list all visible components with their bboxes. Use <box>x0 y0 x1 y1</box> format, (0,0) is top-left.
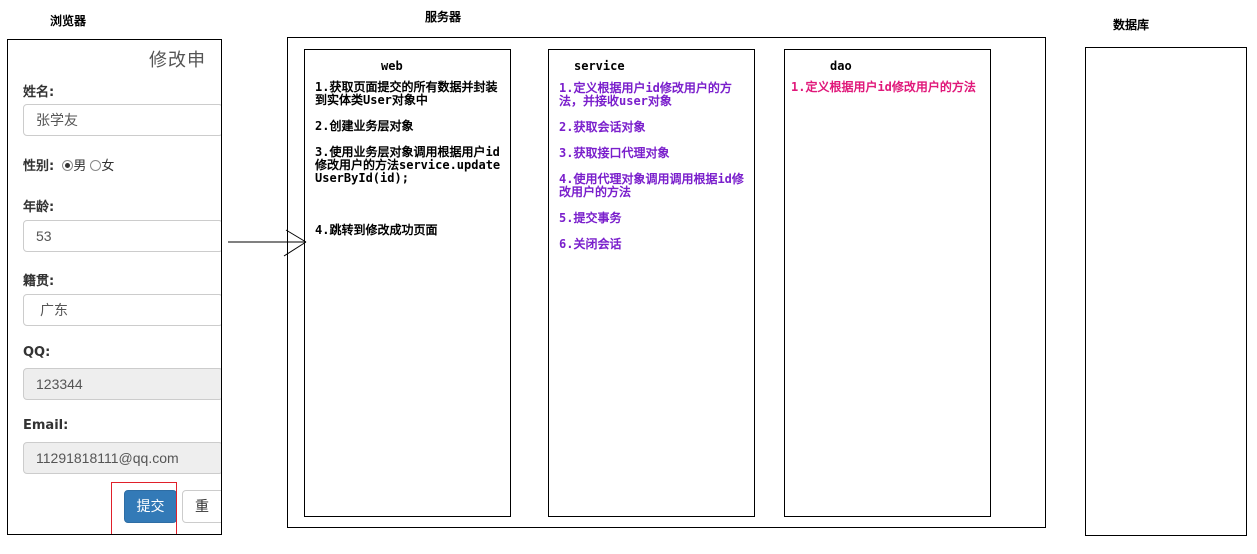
web-step-2: 2.创建业务层对象 <box>315 119 414 133</box>
web-step-3: 3.使用业务层对象调用根据用户id修改用户的方法service.updateUs… <box>315 145 501 185</box>
age-input[interactable]: 53 <box>23 220 221 252</box>
gender-male-radio[interactable] <box>62 160 74 171</box>
gender-female-radio[interactable] <box>90 160 102 171</box>
service-step-1: 1.定义根据用户id修改用户的方法，并接收user对象 <box>559 81 732 108</box>
dao-layer-title: dao <box>830 59 852 73</box>
server-title: 服务器 <box>425 10 462 24</box>
service-step-6: 6.关闭会话 <box>559 237 622 251</box>
qq-label: QQ: <box>23 345 51 360</box>
reset-button[interactable]: 重 <box>182 490 221 523</box>
database-panel <box>1085 47 1247 536</box>
submit-highlight <box>111 482 177 534</box>
service-step-2: 2.获取会话对象 <box>559 120 646 134</box>
email-label: Email: <box>23 418 69 433</box>
email-input[interactable]: 11291818111@qq.com <box>23 442 221 474</box>
gender-row: 性别: 男女 <box>23 155 114 174</box>
database-title: 数据库 <box>1113 18 1150 32</box>
service-layer-title: service <box>574 59 625 73</box>
web-step-1: 1.获取页面提交的所有数据并封装到实体类User对象中 <box>315 80 498 107</box>
service-step-3: 3.获取接口代理对象 <box>559 146 670 160</box>
gender-label: 性别: <box>23 159 55 174</box>
age-label: 年龄: <box>23 200 55 215</box>
gender-female-label: 女 <box>101 159 115 174</box>
origin-select[interactable]: 广东 <box>23 294 221 326</box>
qq-input[interactable]: 123344 <box>23 368 221 400</box>
web-layer-title: web <box>381 59 403 73</box>
gender-male-label: 男 <box>73 159 87 174</box>
dao-step-1: 1.定义根据用户id修改用户的方法 <box>791 80 976 94</box>
name-input[interactable]: 张学友 <box>23 104 221 136</box>
browser-title: 浏览器 <box>50 14 87 28</box>
name-label: 姓名: <box>23 85 55 100</box>
web-step-4: 4.跳转到修改成功页面 <box>315 223 438 237</box>
service-step-4: 4.使用代理对象调用调用根据id修改用户的方法 <box>559 172 744 199</box>
service-step-5: 5.提交事务 <box>559 211 622 225</box>
web-layer-box: web 1.获取页面提交的所有数据并封装到实体类User对象中 2.创建业务层对… <box>304 49 511 517</box>
browser-panel: 修改申 姓名: 张学友 性别: 男女 年龄: 53 籍贯: 广东 QQ: 123… <box>7 39 222 535</box>
origin-label: 籍贯: <box>23 274 55 289</box>
form-heading: 修改申 <box>149 50 206 71</box>
service-layer-box: service 1.定义根据用户id修改用户的方法，并接收user对象 2.获取… <box>548 49 755 517</box>
dao-layer-box: dao 1.定义根据用户id修改用户的方法 <box>784 49 991 517</box>
